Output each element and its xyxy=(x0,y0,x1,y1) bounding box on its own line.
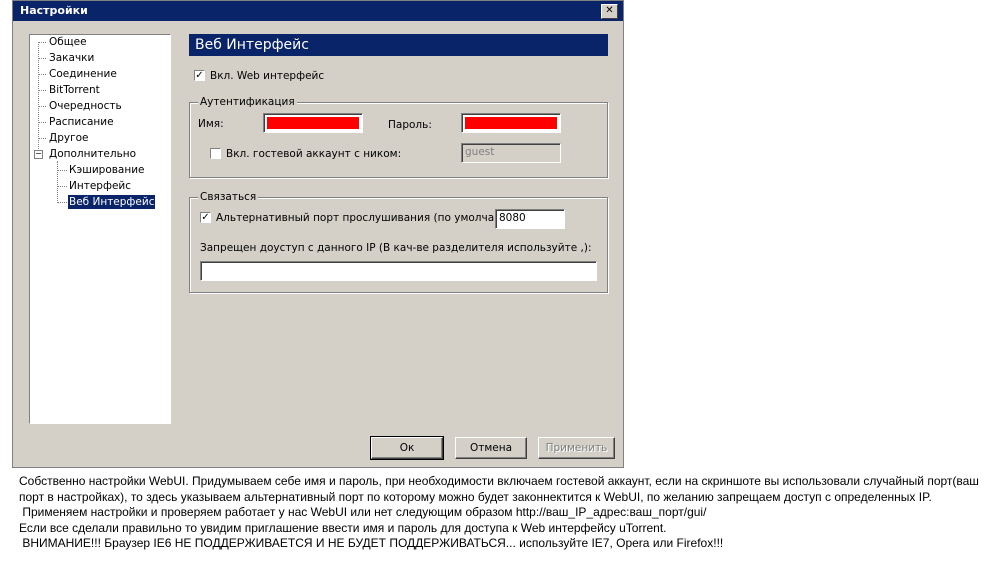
collapse-icon[interactable]: − xyxy=(34,150,43,159)
tree-item-general[interactable]: Общее xyxy=(48,35,88,49)
name-input[interactable] xyxy=(263,113,363,133)
tree-item-downloads[interactable]: Закачки xyxy=(48,51,95,65)
password-input[interactable] xyxy=(461,113,561,133)
tree-connector xyxy=(38,106,46,107)
instructions-text: Собственно настройки WebUI. Придумываем … xyxy=(19,474,979,552)
tree-connector xyxy=(57,170,67,171)
settings-dialog: Настройки ✕ Общее Закачки Соединение Bit… xyxy=(12,0,624,468)
tree-item-queue[interactable]: Очередность xyxy=(48,99,123,113)
ip-filter-label: Запрещен доуступ с данного IP (В кач-ве … xyxy=(200,242,592,254)
tree-connector xyxy=(38,90,46,91)
dialog-title: Настройки xyxy=(20,4,88,17)
tree-item-scheduler[interactable]: Расписание xyxy=(48,115,115,129)
paragraph: Если все сделали правильно то увидим при… xyxy=(19,520,667,535)
alt-port-label: Альтернативный порт прослушивания (по ум… xyxy=(216,212,517,224)
tree-item-bittorrent[interactable]: BitTorrent xyxy=(48,83,101,97)
dialog-titlebar[interactable]: Настройки ✕ xyxy=(13,1,623,21)
enable-web-label: Вкл. Web интерфейс xyxy=(210,70,325,82)
tree-item-caching[interactable]: Кэширование xyxy=(68,163,146,177)
connect-group-title: Связаться xyxy=(198,191,259,203)
tree-connector xyxy=(38,138,46,139)
masked-value xyxy=(267,117,359,129)
paragraph: Собственно настройки WebUI. Придумываем … xyxy=(19,474,983,504)
tree-connector xyxy=(38,58,46,59)
name-label: Имя: xyxy=(198,118,224,130)
tree-connector xyxy=(57,161,58,201)
paragraph: Применяем настройки и проверяем работает… xyxy=(19,505,707,519)
tree-item-web-interface[interactable]: Веб Интерфейс xyxy=(68,195,156,209)
guest-checkbox[interactable] xyxy=(210,148,221,159)
masked-value xyxy=(465,117,557,129)
tree-item-interface[interactable]: Интерфейс xyxy=(68,179,132,193)
panel-header: Веб Интерфейс xyxy=(189,34,608,56)
apply-button[interactable]: Применить xyxy=(538,437,615,459)
tree-item-other[interactable]: Другое xyxy=(48,131,89,145)
guest-name-input[interactable]: guest xyxy=(461,143,561,163)
alt-port-checkbox[interactable]: ✓ xyxy=(200,212,211,223)
tree-item-advanced[interactable]: Дополнительно xyxy=(48,147,137,161)
auth-group-title: Аутентификация xyxy=(198,96,297,108)
password-label: Пароль: xyxy=(388,119,432,131)
paragraph: ВНИМАНИЕ!!! Браузер IE6 НЕ ПОДДЕРЖИВАЕТС… xyxy=(19,536,724,550)
guest-label: Вкл. гостевой аккаунт с ником: xyxy=(226,148,402,160)
ok-button[interactable]: Ок xyxy=(370,436,444,460)
ip-filter-input[interactable] xyxy=(200,261,597,281)
tree-connector xyxy=(38,122,46,123)
tree-item-connection[interactable]: Соединение xyxy=(48,67,118,81)
tree-connector xyxy=(38,42,46,43)
tree-connector xyxy=(57,202,67,203)
tree-connector xyxy=(38,74,46,75)
cancel-button[interactable]: Отмена xyxy=(455,437,527,459)
close-icon[interactable]: ✕ xyxy=(601,4,618,19)
alt-port-input[interactable]: 8080 xyxy=(495,209,565,229)
enable-web-checkbox[interactable]: ✓ xyxy=(194,70,205,81)
settings-tree[interactable]: Общее Закачки Соединение BitTorrent Очер… xyxy=(29,34,171,424)
tree-connector xyxy=(57,186,67,187)
